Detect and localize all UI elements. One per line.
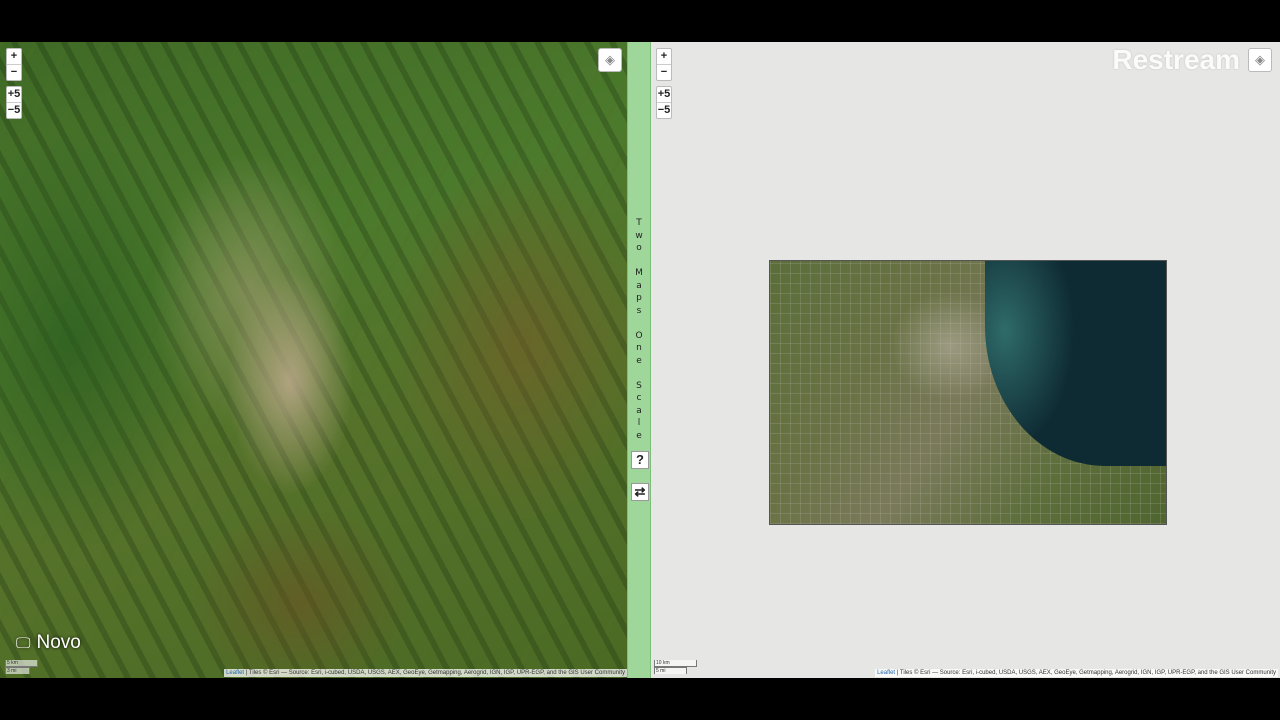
left-attribution-text: | Tiles © Esri — Source: Esri, i-cubed, … — [244, 670, 625, 676]
left-zoom-in-button[interactable]: + — [7, 49, 21, 64]
title-letter: p — [636, 293, 642, 303]
right-attribution-text: | Tiles © Esri — Source: Esri, i-cubed, … — [895, 670, 1276, 676]
right-map[interactable]: + − +5 −5 ◈ 10 km 5 mi Leaflet | Tiles ©… — [651, 42, 1280, 678]
title-letter — [628, 367, 650, 380]
right-zoom-minus5-button[interactable]: −5 — [657, 102, 671, 118]
left-attribution: Leaflet | Tiles © Esri — Source: Esri, i… — [224, 669, 627, 677]
title-letter: n — [636, 343, 642, 353]
title-letter: c — [636, 393, 642, 403]
title-letter: s — [636, 305, 642, 316]
title-letter: T — [636, 218, 642, 228]
left-scale-km: 5 km — [5, 660, 38, 667]
right-zoom-in-button[interactable]: + — [657, 49, 671, 64]
right-layers-button[interactable]: ◈ — [1248, 48, 1272, 72]
left-zoom-control: + − — [6, 48, 22, 81]
title-letter: o — [636, 243, 642, 253]
left-scale-mi: 3 mi — [5, 667, 30, 674]
title-letter: a — [636, 405, 642, 416]
right-zoom-control: + − — [656, 48, 672, 81]
title-letter — [628, 317, 650, 330]
right-scale-km: 10 km — [654, 660, 697, 667]
novo-label: Novo — [36, 632, 81, 653]
monitor-icon: 🖵 — [16, 634, 31, 652]
vertical-title: T w o M a p s O n e S c a l e — [628, 217, 650, 442]
right-scale-mi: 5 mi — [654, 667, 687, 674]
help-button[interactable]: ? — [631, 451, 649, 469]
layers-icon: ◈ — [1255, 52, 1265, 67]
satellite-tile-inset — [769, 260, 1167, 525]
novo-overlay: 🖵 Novo — [16, 632, 81, 654]
right-attribution-leaflet-link[interactable]: Leaflet — [877, 670, 895, 676]
title-letter: M — [635, 268, 643, 278]
left-zoom-plus5-button[interactable]: +5 — [7, 87, 21, 102]
center-divider[interactable]: T w o M a p s O n e S c a l e ? ⇄ — [627, 42, 651, 678]
title-letter — [628, 255, 650, 268]
left-attribution-leaflet-link[interactable]: Leaflet — [226, 670, 244, 676]
brand-watermark: Restream — [1112, 44, 1240, 75]
title-letter: w — [635, 230, 643, 241]
left-map[interactable]: + − +5 −5 ◈ 5 km 3 mi Leaflet | Tiles © … — [0, 42, 627, 678]
left-zoom5-control: +5 −5 — [6, 86, 22, 119]
left-zoom-minus5-button[interactable]: −5 — [7, 102, 21, 118]
title-letter: S — [636, 380, 642, 391]
title-letter: e — [636, 430, 642, 441]
swap-maps-button[interactable]: ⇄ — [631, 483, 649, 501]
left-layers-button[interactable]: ◈ — [598, 48, 622, 72]
title-letter: l — [637, 418, 641, 428]
left-zoom-out-button[interactable]: − — [7, 64, 21, 80]
title-letter: e — [636, 355, 642, 366]
app-frame: + − +5 −5 ◈ 5 km 3 mi Leaflet | Tiles © … — [0, 42, 1280, 678]
right-zoom-out-button[interactable]: − — [657, 64, 671, 80]
title-letter: a — [636, 280, 642, 291]
right-zoom5-control: +5 −5 — [656, 86, 672, 119]
layers-icon: ◈ — [605, 52, 615, 67]
title-letter: O — [635, 330, 643, 341]
right-attribution: Leaflet | Tiles © Esri — Source: Esri, i… — [875, 669, 1278, 677]
right-zoom-plus5-button[interactable]: +5 — [657, 87, 671, 102]
